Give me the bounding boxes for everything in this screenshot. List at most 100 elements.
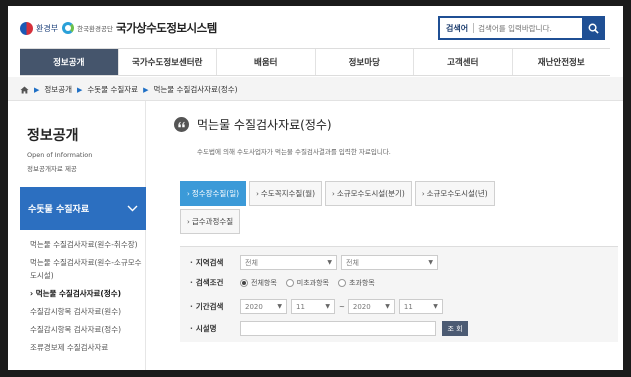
nav-item-learning[interactable]: 배움터 [217, 49, 316, 75]
end-month-select[interactable]: 11 ▼ [398, 299, 443, 314]
page-title: 먹는물 수질검사자료(정수) [174, 116, 332, 133]
tab-row: › 정수장수질(일) › 수도꼭지수질(월) › 소규모수도시설(분기) › 소… [180, 181, 570, 209]
select-value: 2020 [352, 302, 371, 311]
tab-label: 소규모수도시설(분기) [336, 189, 405, 198]
radio-all-items[interactable]: 전체항목 [240, 278, 277, 288]
sidebar-item-raw-water-small-facility[interactable]: 먹는물 수질검사자료(원수-소규모수도시설) [30, 256, 142, 282]
region-select-province[interactable]: 전체 ▼ [240, 255, 337, 270]
radio-exceeded[interactable]: 초과항목 [337, 278, 375, 288]
chevron-down-icon: ▼ [327, 259, 332, 266]
radio-label: 미초과항목 [296, 278, 329, 287]
search-form: · 지역검색 전체 ▼ 전체 ▼ · 검색조건 전체항목 미초과항목 초과항목 … [180, 246, 618, 342]
period-label: · 기간검색 [190, 302, 224, 311]
range-separator: ~ [339, 302, 345, 311]
search-divider [473, 23, 475, 33]
start-month-select[interactable]: 11 ▼ [291, 299, 335, 314]
radio-label: 초과항목 [348, 278, 375, 287]
select-value: 11 [403, 302, 413, 311]
radio-button-icon [337, 278, 346, 287]
tab-label: 정수장수질(일) [191, 189, 240, 198]
speech-bubble-icon [174, 117, 189, 132]
facility-name-input[interactable] [240, 321, 436, 336]
search-submit-button[interactable]: 조 회 [442, 321, 468, 336]
chevron-right-icon: ▶ [77, 85, 83, 94]
tab-label: 수도꼭지수질(월) [260, 189, 316, 198]
sidebar-subtitle-kr: 정보공개자료 제공 [27, 165, 77, 173]
tab-faucet-monthly[interactable]: › 수도꼭지수질(월) [249, 181, 323, 206]
facility-row: · 시설명 조 회 [190, 321, 468, 336]
caret-right-icon: › [421, 189, 425, 198]
radio-button-icon [285, 278, 294, 287]
breadcrumb: ▶ 정보공개 ▶ 수돗물 수질자료 ▶ 먹는물 수질검사자료(정수) [20, 84, 238, 95]
end-year-select[interactable]: 2020 ▼ [347, 299, 395, 314]
select-value: 전체 [346, 258, 359, 267]
search-icon [588, 23, 599, 34]
nav-item-customer-center[interactable]: 고객센터 [414, 49, 513, 75]
region-row: · 지역검색 전체 ▼ 전체 ▼ [190, 255, 442, 270]
tab-plant-daily[interactable]: › 정수장수질(일) [180, 181, 247, 206]
chevron-down-icon: ▼ [325, 303, 330, 310]
breadcrumb-item[interactable]: 정보공개 [44, 84, 72, 95]
nav-item-disaster-safety[interactable]: 재난안전정보 [513, 49, 611, 75]
radio-button-icon [240, 278, 248, 287]
breadcrumb-item[interactable]: 먹는물 수질검사자료(정수) [153, 84, 237, 95]
search-box: 검색어 [438, 16, 605, 40]
select-value: 2020 [245, 302, 263, 311]
tab-small-facility-yearly[interactable]: › 소규모수도시설(년) [414, 181, 495, 206]
sidebar-group-tap-water-quality[interactable]: 수돗물 수질자료 [20, 187, 146, 230]
search-button[interactable] [582, 17, 604, 39]
period-row: · 기간검색 2020 ▼ 11 ▼ ~ 2020 ▼ 11 ▼ [190, 299, 447, 314]
page-title-text: 먹는물 수질검사자료(정수) [197, 118, 332, 132]
agency-name: 한국환경공단 [77, 25, 113, 33]
chevron-down-icon: ▼ [428, 259, 433, 266]
agency-emblem-icon [62, 22, 75, 34]
sidebar-group-label: 수돗물 수질자료 [28, 205, 90, 215]
main-nav: 정보공개 국가수도정보센터란 배움터 정보마당 고객센터 재난안전정보 [20, 48, 610, 76]
select-value: 11 [296, 302, 305, 311]
site-title: 국가상수도정보시스템 [115, 21, 217, 35]
chevron-right-icon: ▶ [143, 85, 149, 94]
nav-item-center-intro[interactable]: 국가수도정보센터란 [119, 49, 217, 75]
page-description: 수도법에 의해 수도사업자가 먹는물 수질검사결과를 입력한 자료입니다. [197, 148, 391, 156]
select-value: 전체 [245, 258, 258, 267]
radio-not-exceeded[interactable]: 미초과항목 [285, 278, 329, 288]
site-header: 환경부 한국환경공단 국가상수도정보시스템 검색어 [8, 6, 623, 48]
tab-label: 소규모수도시설(년) [426, 189, 488, 198]
home-icon[interactable] [20, 85, 29, 94]
chevron-down-icon: ▼ [385, 303, 390, 310]
breadcrumb-bar: ▶ 정보공개 ▶ 수돗물 수질자료 ▶ 먹는물 수질검사자료(정수) [8, 77, 623, 101]
start-year-select[interactable]: 2020 ▼ [240, 299, 287, 314]
caret-right-icon: › [187, 217, 190, 226]
caret-right-icon: › [256, 189, 259, 198]
tab-list: › 정수장수질(일) › 수도꼭지수질(월) › 소규모수도시설(분기) › 소… [180, 181, 570, 237]
quote-glyph-icon [178, 121, 185, 128]
nav-item-info-plaza[interactable]: 정보마당 [316, 49, 414, 75]
tab-small-facility-quarterly[interactable]: › 소규모수도시설(분기) [325, 181, 412, 206]
facility-label: · 시설명 [190, 324, 217, 333]
condition-row: · 검색조건 전체항목 미초과항목 초과항목 [190, 277, 384, 288]
tab-supply-process[interactable]: › 급수과정수질 [180, 209, 241, 234]
ministry-name: 환경부 [36, 23, 59, 33]
chevron-down-icon: ▼ [277, 303, 282, 310]
chevron-down-icon [127, 205, 138, 212]
chevron-down-icon: ▼ [433, 303, 438, 310]
condition-label: · 검색조건 [190, 278, 224, 287]
nav-item-info-disclosure[interactable]: 정보공개 [20, 49, 119, 75]
site-logo[interactable]: 환경부 한국환경공단 국가상수도정보시스템 [20, 20, 217, 36]
breadcrumb-item[interactable]: 수돗물 수질자료 [87, 84, 138, 95]
sidebar-subtitle-en: Open of Information [27, 151, 93, 159]
region-select-city[interactable]: 전체 ▼ [341, 255, 438, 270]
sidebar-item-raw-water-intake[interactable]: 먹는물 수질검사자료(원수-취수장) [30, 238, 142, 251]
sidebar-item-monitoring-purified[interactable]: 수질감시항목 검사자료(정수) [30, 323, 142, 336]
radio-label: 전체항목 [251, 278, 277, 287]
sidebar: 정보공개 Open of Information 정보공개자료 제공 수돗물 수… [20, 101, 146, 370]
caret-right-icon: › [187, 189, 190, 198]
ministry-emblem-icon [20, 21, 33, 35]
search-input[interactable] [478, 23, 582, 33]
chevron-right-icon: ▶ [34, 85, 40, 94]
sidebar-item-purified-water[interactable]: › 먹는물 수질검사자료(정수) [30, 287, 142, 300]
region-label: · 지역검색 [190, 258, 224, 267]
sidebar-item-monitoring-raw[interactable]: 수질감시항목 검사자료(원수) [30, 305, 142, 318]
search-label: 검색어 [446, 23, 469, 33]
sidebar-item-algae-alert[interactable]: 조류경보제 수질검사자료 [30, 341, 142, 354]
